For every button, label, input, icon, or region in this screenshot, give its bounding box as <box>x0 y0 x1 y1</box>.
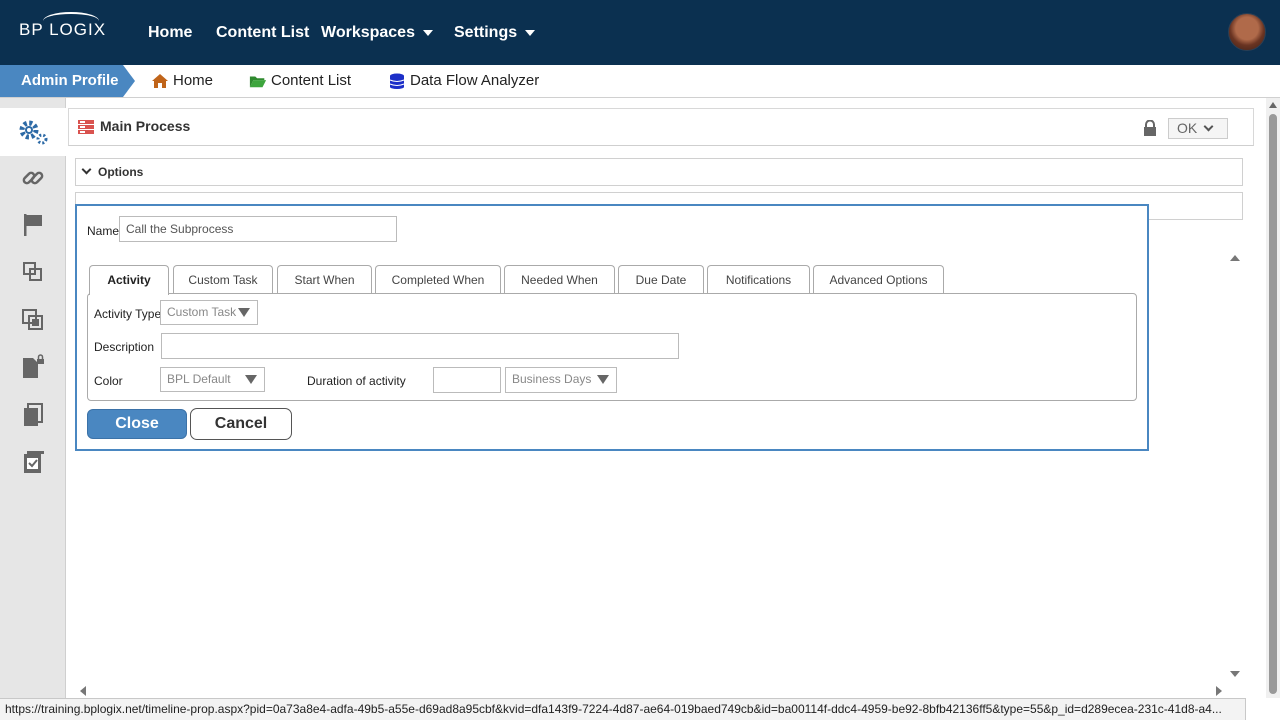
panel-scroll-right-arrow[interactable] <box>1216 686 1222 696</box>
database-icon <box>389 73 405 89</box>
activity-properties-dialog: Name Activity Custom Task Start When Com… <box>75 204 1149 451</box>
tab-notifications[interactable]: Notifications <box>707 265 810 294</box>
admin-profile-tab[interactable]: Admin Profile <box>0 65 135 97</box>
duration-unit-select[interactable]: Business Days <box>505 367 617 393</box>
lock-icon[interactable] <box>1143 120 1157 136</box>
chevron-down-icon <box>422 29 433 36</box>
page-vertical-scrollbar[interactable] <box>1266 98 1280 698</box>
sidebar-item-documents[interactable] <box>0 343 66 391</box>
gears-icon <box>19 120 48 145</box>
crumb-content-list[interactable]: Content List <box>249 72 351 89</box>
nav-content-list[interactable]: Content List <box>216 24 309 42</box>
tab-due-date[interactable]: Due Date <box>618 265 704 294</box>
home-icon <box>152 73 168 88</box>
tab-advanced-options[interactable]: Advanced Options <box>813 265 944 294</box>
chevron-down-icon <box>81 164 92 175</box>
flag-icon <box>24 214 42 236</box>
color-label: Color <box>94 374 123 388</box>
top-navbar: BP LOGIX Home Content List Workspaces Se… <box>0 0 1280 65</box>
sidebar-item-forms[interactable] <box>0 391 66 439</box>
breadcrumb: Admin Profile Home Content List Data Flo… <box>0 65 1280 98</box>
activity-type-label: Activity Type <box>94 307 162 321</box>
nested-squares-icon <box>23 262 42 281</box>
sidebar-item-links[interactable] <box>0 154 66 202</box>
overlap-squares-icon <box>22 309 43 330</box>
process-icon <box>78 120 94 134</box>
nav-workspaces[interactable]: Workspaces <box>321 24 433 42</box>
bplogix-logo[interactable]: BP LOGIX <box>19 12 106 40</box>
activity-tab-panel: Activity Type Custom Task Description Co… <box>87 293 1137 401</box>
crumb-home[interactable]: Home <box>151 72 213 89</box>
user-avatar[interactable] <box>1228 13 1266 51</box>
description-label: Description <box>94 340 155 354</box>
scrollbar-thumb[interactable] <box>1269 114 1277 694</box>
scroll-up-arrow[interactable] <box>1269 102 1277 108</box>
nav-home[interactable]: Home <box>148 24 192 42</box>
sidebar-item-process[interactable] <box>0 108 66 156</box>
locked-document-icon <box>23 354 44 378</box>
logo-arc <box>43 12 99 30</box>
sidebar-item-tasks[interactable] <box>0 438 66 486</box>
tab-activity[interactable]: Activity <box>89 265 169 295</box>
dropdown-arrow-icon <box>238 308 250 317</box>
options-section-header[interactable]: Options <box>75 158 1243 186</box>
crumb-data-flow-analyzer[interactable]: Data Flow Analyzer <box>388 72 539 89</box>
dropdown-arrow-icon <box>245 375 257 384</box>
sidebar-item-milestones[interactable] <box>0 201 66 249</box>
panel-scroll-up-arrow[interactable] <box>1230 255 1240 261</box>
process-header: Main Process OK <box>68 108 1254 146</box>
tab-needed-when[interactable]: Needed When <box>504 265 615 294</box>
process-title: Main Process <box>100 118 191 134</box>
cancel-button[interactable]: Cancel <box>190 408 292 440</box>
checkbox-document-icon <box>24 451 44 473</box>
duration-label: Duration of activity <box>307 374 406 388</box>
panel-scroll-down-arrow[interactable] <box>1230 671 1240 677</box>
folder-icon <box>249 76 267 87</box>
tab-start-when[interactable]: Start When <box>277 265 372 294</box>
description-input[interactable] <box>161 333 679 359</box>
ok-dropdown-button[interactable]: OK <box>1168 118 1228 139</box>
activity-type-select[interactable]: Custom Task <box>160 300 258 325</box>
name-label: Name <box>87 224 120 238</box>
sidebar-item-copy[interactable] <box>0 296 66 344</box>
panel-scroll-left-arrow[interactable] <box>80 686 86 696</box>
sidebar-item-subprocess[interactable] <box>0 248 66 296</box>
left-sidebar <box>0 98 66 698</box>
documents-stack-icon <box>24 403 43 426</box>
chevron-down-icon <box>1203 121 1214 132</box>
duration-input[interactable] <box>433 367 501 393</box>
chevron-down-icon <box>525 29 536 36</box>
tab-completed-when[interactable]: Completed When <box>375 265 501 294</box>
tab-custom-task[interactable]: Custom Task <box>173 265 273 294</box>
dropdown-arrow-icon <box>597 375 609 384</box>
nav-settings[interactable]: Settings <box>454 24 536 42</box>
link-icon <box>22 171 44 185</box>
close-button[interactable]: Close <box>87 409 187 439</box>
color-select[interactable]: BPL Default <box>160 367 265 392</box>
name-input[interactable] <box>119 216 397 242</box>
browser-status-url: https://training.bplogix.net/timeline-pr… <box>0 698 1246 720</box>
